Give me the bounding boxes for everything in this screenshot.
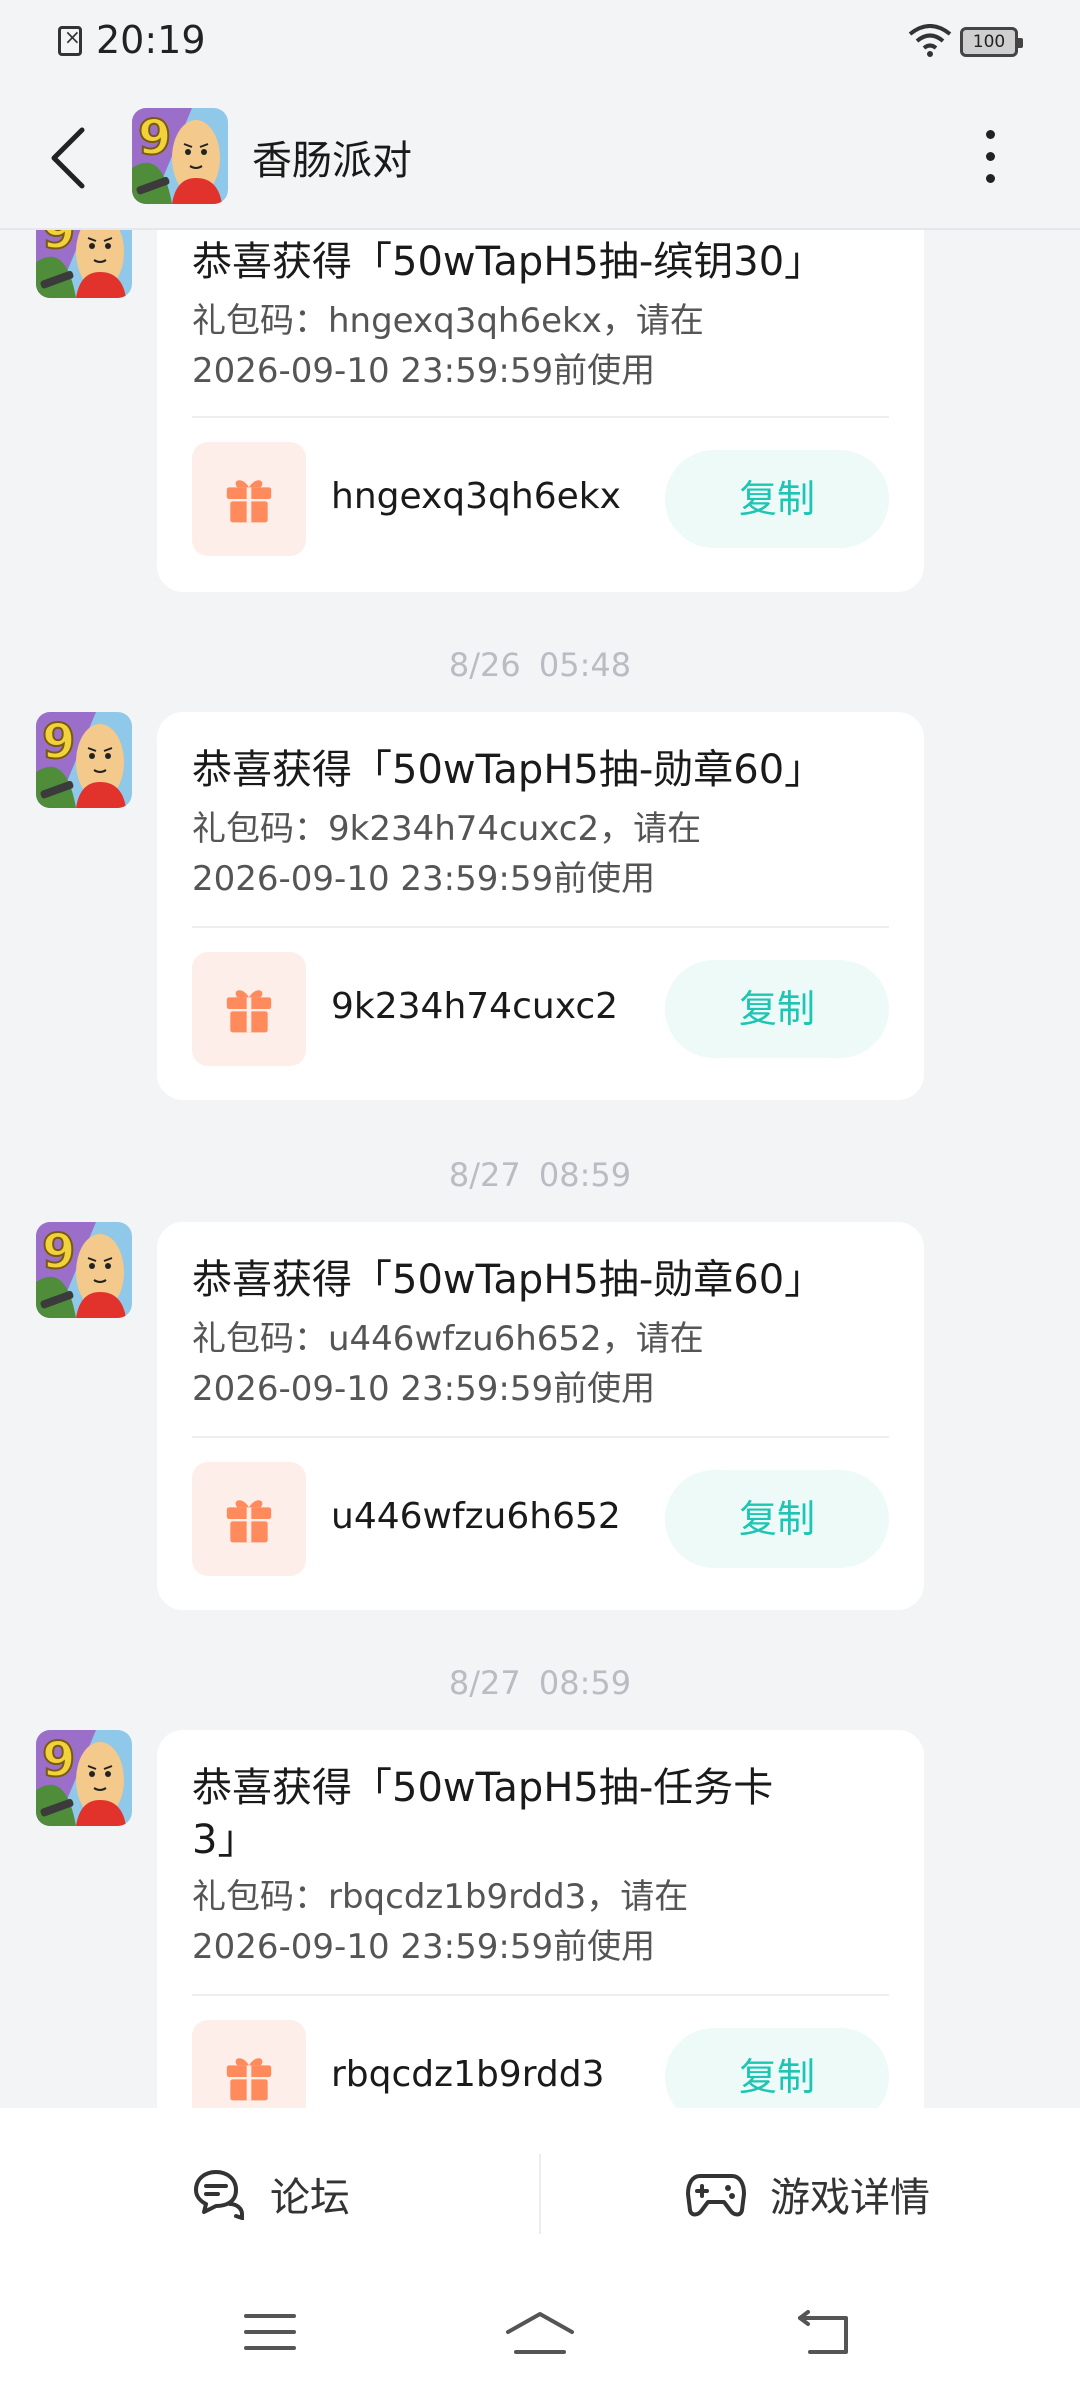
status-time: 20:19 — [96, 18, 206, 62]
tab-game-details[interactable]: 游戏详情 — [686, 2108, 930, 2280]
sender-avatar[interactable] — [36, 1730, 132, 1826]
divider — [192, 1436, 889, 1438]
message-desc-line2: 2026-09-10 23:59:59前使用 — [192, 351, 656, 391]
message-desc-line1: 礼包码：u446wfzu6h652，请在 — [192, 1319, 704, 1359]
message-timestamp: 8/27 08:59 — [448, 1664, 632, 1702]
gift-message-card: 恭喜获得「50wTapH5抽-勋章60」 礼包码：u446wfzu6h652，请… — [157, 1222, 924, 1610]
tab-forum[interactable]: 论坛 — [190, 2108, 350, 2280]
menu-icon — [244, 2314, 296, 2350]
message-desc-line1: 礼包码：9k234h74cuxc2，请在 — [192, 809, 702, 849]
message-list[interactable]: 恭喜获得「50wTapH5抽-缤钥30」 礼包码：hngexq3qh6ekx，请… — [0, 0, 1080, 2108]
gift-code: rbqcdz1b9rdd3 — [331, 2054, 605, 2095]
copy-button[interactable]: 复制 — [665, 450, 889, 548]
page-title: 香肠派对 — [252, 138, 412, 184]
gift-message-card: 恭喜获得「50wTapH5抽-任务卡 3」 礼包码：rbqcdz1b9rdd3，… — [157, 1730, 924, 2108]
message-title: 恭喜获得「50wTapH5抽-勋章60」 — [192, 747, 825, 793]
gift-icon — [192, 442, 306, 556]
chat-header: 香肠派对 — [0, 82, 1080, 230]
message-desc-line2: 2026-09-10 23:59:59前使用 — [192, 1369, 656, 1409]
return-button[interactable] — [796, 2310, 850, 2360]
bottom-tab-bar: 论坛 游戏详情 — [0, 2108, 1080, 2280]
gift-icon — [192, 1462, 306, 1576]
tab-forum-label: 论坛 — [270, 2175, 350, 2221]
tab-game-details-label: 游戏详情 — [770, 2175, 930, 2221]
more-vertical-icon — [985, 130, 995, 139]
gift-code: 9k234h74cuxc2 — [331, 986, 619, 1027]
back-button[interactable] — [40, 118, 100, 198]
sender-avatar[interactable] — [36, 712, 132, 808]
message-title-line1: 恭喜获得「50wTapH5抽-任务卡 — [192, 1765, 774, 1811]
back-arrow-icon — [51, 127, 85, 189]
wifi-icon — [908, 24, 952, 57]
return-icon — [798, 2310, 848, 2354]
message-title: 恭喜获得「50wTapH5抽-勋章60」 — [192, 1257, 825, 1303]
message-title-line2: 3」 — [192, 1817, 258, 1863]
divider — [192, 1994, 889, 1996]
gamepad-icon — [686, 2174, 746, 2217]
sender-avatar[interactable] — [36, 1222, 132, 1318]
divider — [192, 926, 889, 928]
more-options-button[interactable] — [970, 122, 1010, 192]
message-title: 恭喜获得「50wTapH5抽-缤钥30」 — [192, 239, 825, 285]
tab-divider — [539, 2154, 541, 2234]
divider — [192, 416, 889, 418]
no-sim-icon — [58, 25, 82, 56]
copy-button[interactable]: 复制 — [665, 960, 889, 1058]
gift-message-card: 恭喜获得「50wTapH5抽-勋章60」 礼包码：9k234h74cuxc2，请… — [157, 712, 924, 1100]
message-desc-line1: 礼包码：hngexq3qh6ekx，请在 — [192, 301, 704, 341]
message-timestamp: 8/27 08:59 — [448, 1156, 632, 1194]
message-desc-line2: 2026-09-10 23:59:59前使用 — [192, 859, 656, 899]
home-button[interactable] — [504, 2310, 576, 2360]
gift-icon — [192, 2020, 306, 2108]
battery-indicator: 100 — [960, 27, 1023, 57]
gift-code: hngexq3qh6ekx — [331, 476, 621, 517]
system-navigation-bar — [0, 2280, 1080, 2408]
copy-button[interactable]: 复制 — [665, 1470, 889, 1568]
copy-button[interactable]: 复制 — [665, 2028, 889, 2108]
gift-code: u446wfzu6h652 — [331, 1496, 621, 1537]
game-avatar[interactable] — [132, 108, 228, 204]
screen: 20:19 100 香肠派对 恭喜获得「50wTapH5抽-缤钥3 — [0, 0, 1080, 2408]
menu-button[interactable] — [244, 2310, 296, 2358]
gift-icon — [192, 952, 306, 1066]
message-desc-line2: 2026-09-10 23:59:59前使用 — [192, 1927, 656, 1967]
forum-chat-icon — [194, 2170, 244, 2220]
status-bar: 20:19 100 — [0, 0, 1080, 82]
home-icon — [506, 2312, 574, 2354]
message-desc-line1: 礼包码：rbqcdz1b9rdd3，请在 — [192, 1877, 689, 1917]
message-timestamp: 8/26 05:48 — [448, 646, 632, 684]
